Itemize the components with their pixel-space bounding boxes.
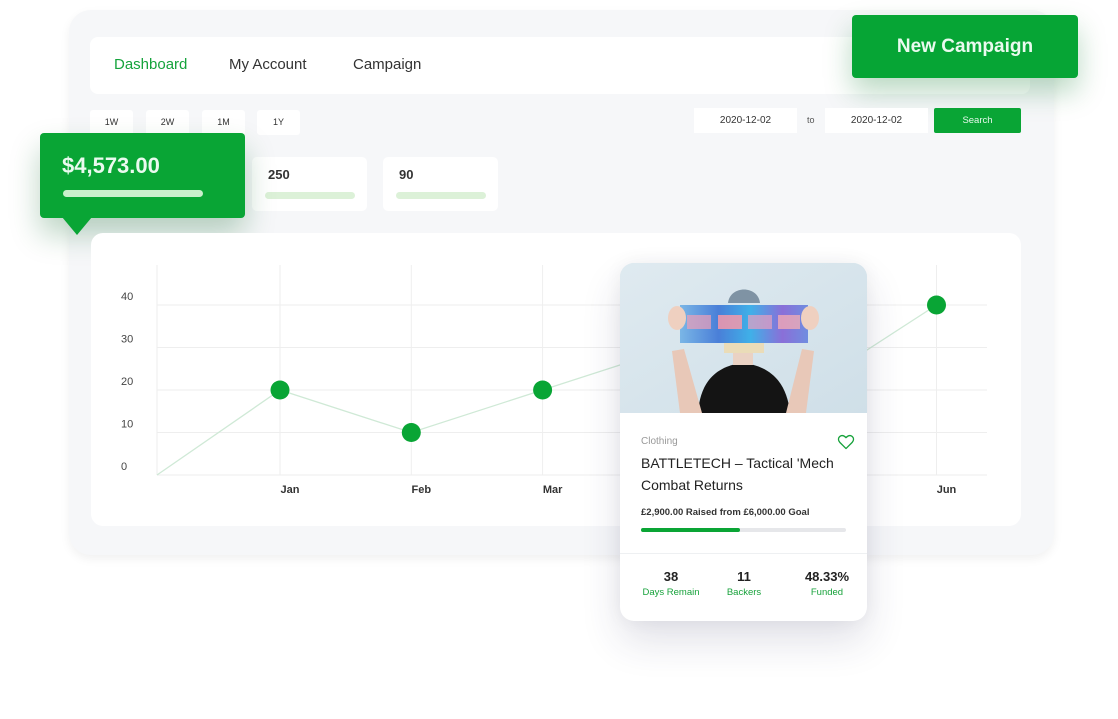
revenue-amount: $4,573.00: [62, 153, 160, 178]
chart-card: 0 10 20 30 40 Jan Feb Mar Jun: [91, 233, 1021, 526]
range-button-1y[interactable]: 1Y: [257, 110, 300, 135]
funding-progress-bar: [641, 528, 846, 532]
data-point-jan: [270, 380, 290, 400]
range-button-1m[interactable]: 1M: [202, 110, 245, 135]
days-remain-label: Days Remain: [642, 587, 700, 598]
y-tick-label: 20: [121, 376, 133, 388]
range-button-2w[interactable]: 2W: [146, 110, 189, 135]
data-point-feb: [401, 423, 421, 442]
x-tick-label: Feb: [412, 484, 432, 496]
date-range-to-label: to: [807, 115, 815, 125]
backers-label: Backers: [726, 587, 762, 598]
stat-card: 250: [252, 157, 367, 211]
data-point-jun: [927, 295, 946, 315]
stat-card: 90: [383, 157, 498, 211]
data-point-mar: [533, 380, 553, 400]
funded-label: Funded: [810, 587, 844, 598]
range-button-1w[interactable]: 1W: [90, 110, 133, 135]
stat-funded: 48.33% Funded: [797, 569, 857, 598]
campaign-title[interactable]: BATTLETECH – Tactical 'Mech Combat Retur…: [641, 452, 856, 496]
y-tick-label: 0: [121, 461, 127, 473]
heart-icon[interactable]: [837, 434, 855, 450]
nav-tab-campaign[interactable]: Campaign: [353, 56, 421, 73]
nav-tab-my-account[interactable]: My Account: [229, 56, 307, 73]
campaign-image: [620, 263, 867, 413]
y-tick-label: 30: [121, 334, 133, 346]
stat-bar: [396, 192, 486, 199]
stat-bar: [265, 192, 355, 199]
date-to-input[interactable]: [825, 108, 928, 133]
funded-value: 48.33%: [804, 569, 850, 584]
card-divider: [620, 553, 867, 554]
campaign-photo: [620, 263, 867, 413]
x-tick-label: Mar: [543, 484, 563, 496]
y-tick-label: 10: [121, 419, 133, 431]
campaign-card[interactable]: Clothing BATTLETECH – Tactical 'Mech Com…: [620, 263, 867, 621]
stat-value: 250: [268, 167, 290, 182]
y-tick-label: 40: [121, 291, 133, 303]
date-from-input[interactable]: [694, 108, 797, 133]
funding-progress-fill: [641, 528, 741, 532]
x-tick-label: Jun: [937, 484, 957, 496]
stat-days-remain: 38 Days Remain: [640, 569, 702, 598]
backers-value: 11: [737, 569, 751, 584]
campaign-raised-text: £2,900.00 Raised from £6,000.00 Goal: [641, 507, 810, 518]
x-tick-label: Jan: [281, 484, 300, 496]
revenue-highlight-card: $4,573.00: [40, 133, 245, 218]
revenue-bar: [63, 190, 203, 197]
new-campaign-button[interactable]: New Campaign: [852, 15, 1078, 78]
days-remain-value: 38: [663, 569, 679, 584]
nav-tab-dashboard[interactable]: Dashboard: [114, 56, 187, 73]
search-button[interactable]: Search: [934, 108, 1021, 133]
stat-backers: 11 Backers: [720, 569, 768, 598]
stat-value: 90: [399, 167, 414, 182]
campaign-category: Clothing: [641, 436, 678, 447]
line-chart: 0 10 20 30 40 Jan Feb Mar Jun: [121, 265, 987, 496]
tooltip-pointer: [62, 217, 92, 235]
